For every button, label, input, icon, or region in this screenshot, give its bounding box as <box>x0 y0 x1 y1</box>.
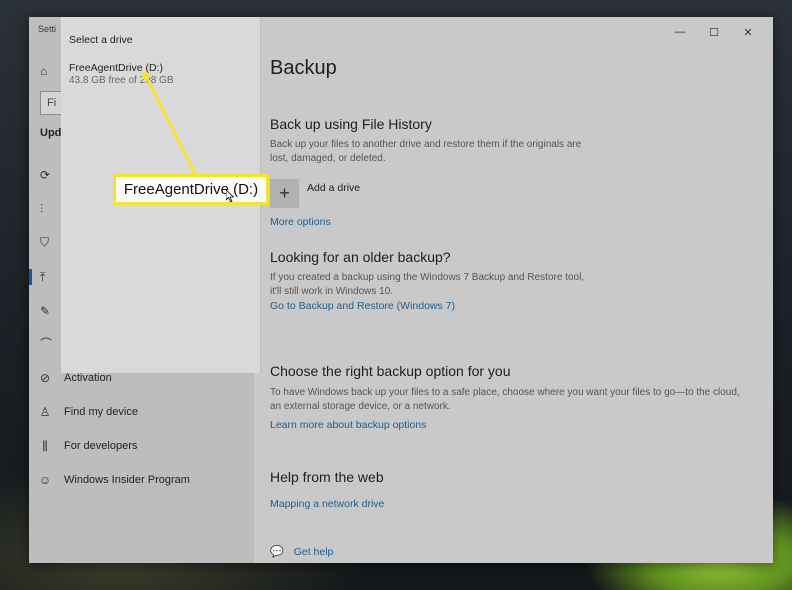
sidebar-item-windows-insider[interactable]: ☺ Windows Insider Program <box>38 470 190 490</box>
page-title: Backup <box>270 57 337 79</box>
file-history-heading: Back up using File History <box>270 116 432 132</box>
shield-icon[interactable]: ⛉ <box>40 235 54 249</box>
learn-more-backup-link[interactable]: Learn more about backup options <box>270 419 426 431</box>
right-option-description: To have Windows back up your files to a … <box>270 387 740 412</box>
backup-restore-win7-link[interactable]: Go to Backup and Restore (Windows 7) <box>270 300 455 312</box>
file-history-description: Back up your files to another drive and … <box>270 139 582 164</box>
maximize-button[interactable]: ☐ <box>697 21 731 43</box>
person-locate-icon: ♙ <box>39 405 51 419</box>
more-options-link[interactable]: More options <box>270 216 331 228</box>
older-backup-heading: Looking for an older backup? <box>270 249 451 265</box>
right-option-heading: Choose the right backup option for you <box>270 363 511 379</box>
drive-option[interactable]: FreeAgentDrive (D:) 43.8 GB free of 298 … <box>61 57 261 93</box>
plus-icon: + <box>270 179 299 208</box>
refresh-icon[interactable]: ⟳ <box>40 168 54 182</box>
callout-label: FreeAgentDrive (D:) <box>113 174 269 205</box>
selected-indicator <box>29 269 32 285</box>
main-content: — ☐ ✕ Backup Back up using File History … <box>254 17 773 563</box>
minimize-button[interactable]: — <box>663 21 697 43</box>
window-title: Setti <box>38 24 57 34</box>
backup-icon[interactable]: ⤒ <box>40 270 54 284</box>
mouse-cursor-icon <box>226 190 234 202</box>
close-button[interactable]: ✕ <box>731 21 765 43</box>
sidebar-item-label: For developers <box>64 440 138 452</box>
sidebar-item-find-my-device[interactable]: ♙ Find my device <box>38 402 138 422</box>
check-circle-icon: ⊘ <box>39 371 51 385</box>
window-controls: — ☐ ✕ <box>663 21 765 43</box>
home-icon[interactable]: ⌂ <box>40 64 54 78</box>
get-help-link[interactable]: 💬 Get help <box>270 545 334 559</box>
get-help-label: Get help <box>293 545 334 558</box>
mapping-network-drive-link[interactable]: Mapping a network drive <box>270 498 384 510</box>
drive-picker-title: Select a drive <box>69 34 133 46</box>
sidebar-section-label: Upd <box>40 127 62 139</box>
wrench-icon[interactable]: ✎ <box>40 304 54 318</box>
delivery-optimization-icon[interactable]: ⫶ <box>40 202 54 216</box>
chat-icon: 💬 <box>270 546 284 558</box>
drive-free-space: 43.8 GB free of 298 GB <box>69 75 174 86</box>
sidebar-item-label: Activation <box>64 372 112 384</box>
drive-name: FreeAgentDrive (D:) <box>69 62 163 74</box>
insider-icon: ☺ <box>38 473 52 487</box>
older-backup-description: If you created a backup using the Window… <box>270 272 585 297</box>
recovery-icon[interactable]: ⌒ <box>40 337 54 351</box>
sidebar-item-label: Windows Insider Program <box>64 474 190 486</box>
web-help-heading: Help from the web <box>270 469 384 485</box>
add-drive-button[interactable]: + Add a drive <box>270 179 360 208</box>
developer-tools-icon: ⫼ <box>42 438 48 453</box>
sidebar-item-for-developers[interactable]: ⫼ For developers <box>38 436 137 456</box>
sidebar-item-label: Find my device <box>64 406 138 418</box>
add-drive-label: Add a drive <box>307 182 361 194</box>
